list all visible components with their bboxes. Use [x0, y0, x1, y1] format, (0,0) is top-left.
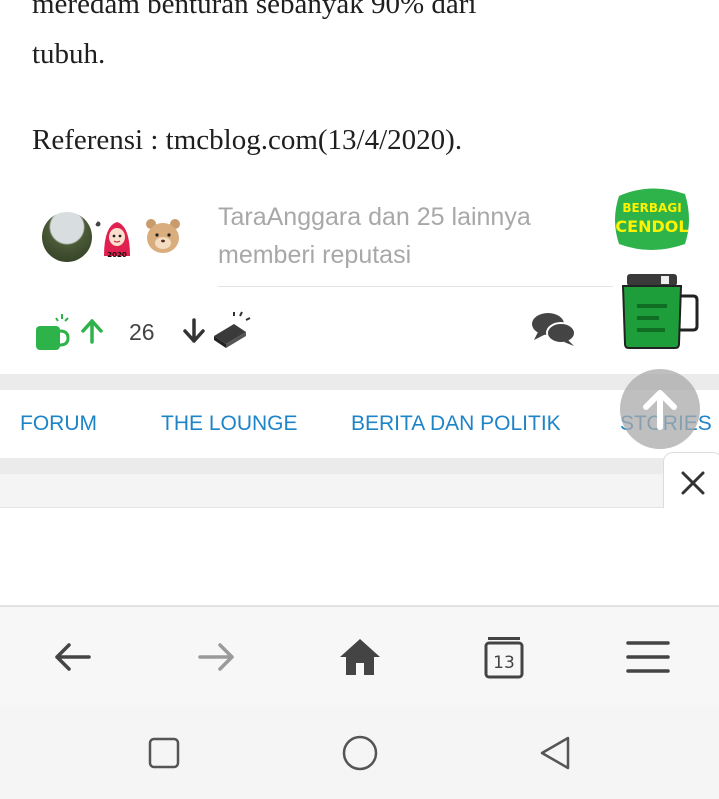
- badge-line: CENDOL: [615, 217, 688, 236]
- nav-item-berita-dan-politik[interactable]: BERITA DAN POLITIK: [351, 412, 561, 436]
- avatar[interactable]: 2020: [92, 212, 142, 262]
- close-icon: [681, 471, 705, 495]
- back-arrow-icon[interactable]: [51, 635, 95, 679]
- recent-apps-icon[interactable]: [146, 735, 182, 771]
- page-blank-area: [0, 508, 719, 606]
- close-ad-button[interactable]: [663, 452, 719, 510]
- reputation-text-line: memberi reputasi: [218, 241, 412, 269]
- article-text-line: meredam benturan sebanyak 90% dari: [32, 0, 477, 20]
- nav-item-the-lounge[interactable]: THE LOUNGE: [161, 412, 298, 436]
- nav-item-forum[interactable]: FORUM: [20, 412, 97, 436]
- reputation-text-line: TaraAnggara dan 25 lainnya: [218, 203, 531, 231]
- article-reference: Referensi : tmcblog.com(13/4/2020).: [32, 124, 463, 156]
- tabs-button[interactable]: 13: [482, 635, 526, 679]
- avatar-label: 2020: [107, 251, 127, 259]
- divider: [218, 286, 613, 287]
- badge-line: BERBAGI: [622, 201, 681, 215]
- home-icon[interactable]: [338, 635, 382, 679]
- reputation-text[interactable]: TaraAnggara dan 25 lainnya memberi reput…: [218, 198, 598, 274]
- browser-toolbar: 13: [0, 605, 719, 705]
- article-text-line: tubuh.: [32, 38, 106, 70]
- vote-count: 26: [129, 319, 155, 345]
- section-divider: [0, 458, 719, 474]
- berbagi-cendol-badge[interactable]: BERBAGI CENDOL: [611, 186, 693, 254]
- reputation-avatars[interactable]: 2020: [42, 212, 192, 264]
- avatar[interactable]: [42, 212, 92, 262]
- forum-category-nav: FORUM THE LOUNGE BERITA DAN POLITIK STOR…: [0, 390, 719, 458]
- upvote-arrow-icon[interactable]: [80, 318, 104, 344]
- give-cendol-icon[interactable]: [32, 310, 72, 354]
- post-actions: 26: [32, 308, 272, 356]
- system-navigation-bar: [0, 705, 719, 799]
- give-bata-icon[interactable]: [210, 310, 252, 350]
- scroll-to-top-button[interactable]: [620, 369, 700, 449]
- forward-arrow-icon[interactable]: [194, 635, 238, 679]
- ad-strip: [0, 474, 719, 508]
- section-divider: [0, 374, 719, 390]
- downvote-arrow-icon[interactable]: [182, 318, 206, 344]
- menu-icon[interactable]: [626, 635, 670, 679]
- back-triangle-icon[interactable]: [538, 735, 574, 771]
- cendol-jar-icon[interactable]: [617, 268, 699, 350]
- comment-icon[interactable]: [530, 310, 578, 348]
- home-circle-icon[interactable]: [342, 735, 378, 771]
- tab-count: 13: [493, 653, 515, 673]
- avatar[interactable]: [138, 212, 188, 262]
